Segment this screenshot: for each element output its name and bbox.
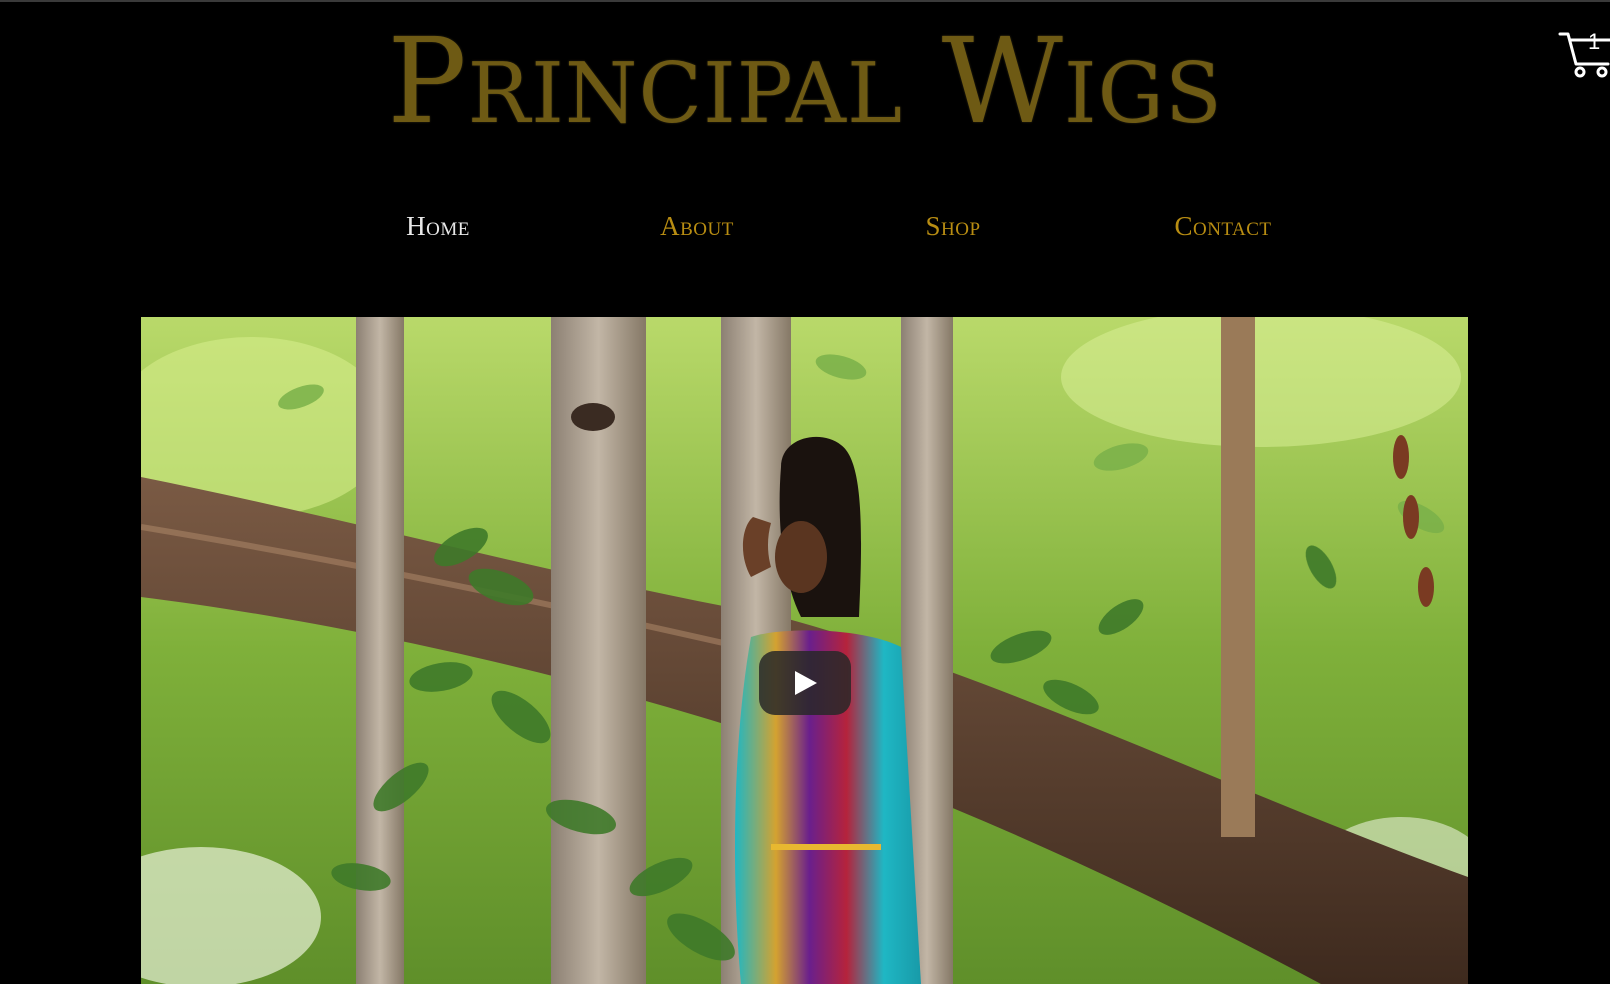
main-nav: Home About Shop Contact (0, 208, 1610, 248)
cart-count-badge: 1 (1588, 29, 1601, 54)
nav-item-home[interactable]: Home (390, 208, 486, 244)
nav-item-contact[interactable]: Contact (1160, 208, 1286, 244)
play-icon (795, 671, 817, 695)
nav-item-shop[interactable]: Shop (918, 208, 988, 244)
video-player[interactable] (141, 317, 1468, 984)
shopping-cart-icon (1558, 32, 1610, 78)
nav-item-about[interactable]: About (652, 208, 742, 244)
top-edge-divider (0, 0, 1610, 2)
play-button[interactable] (759, 651, 851, 715)
site-title[interactable]: Principal Wigs (0, 16, 1610, 146)
cart-button[interactable]: 1 (1558, 26, 1610, 80)
